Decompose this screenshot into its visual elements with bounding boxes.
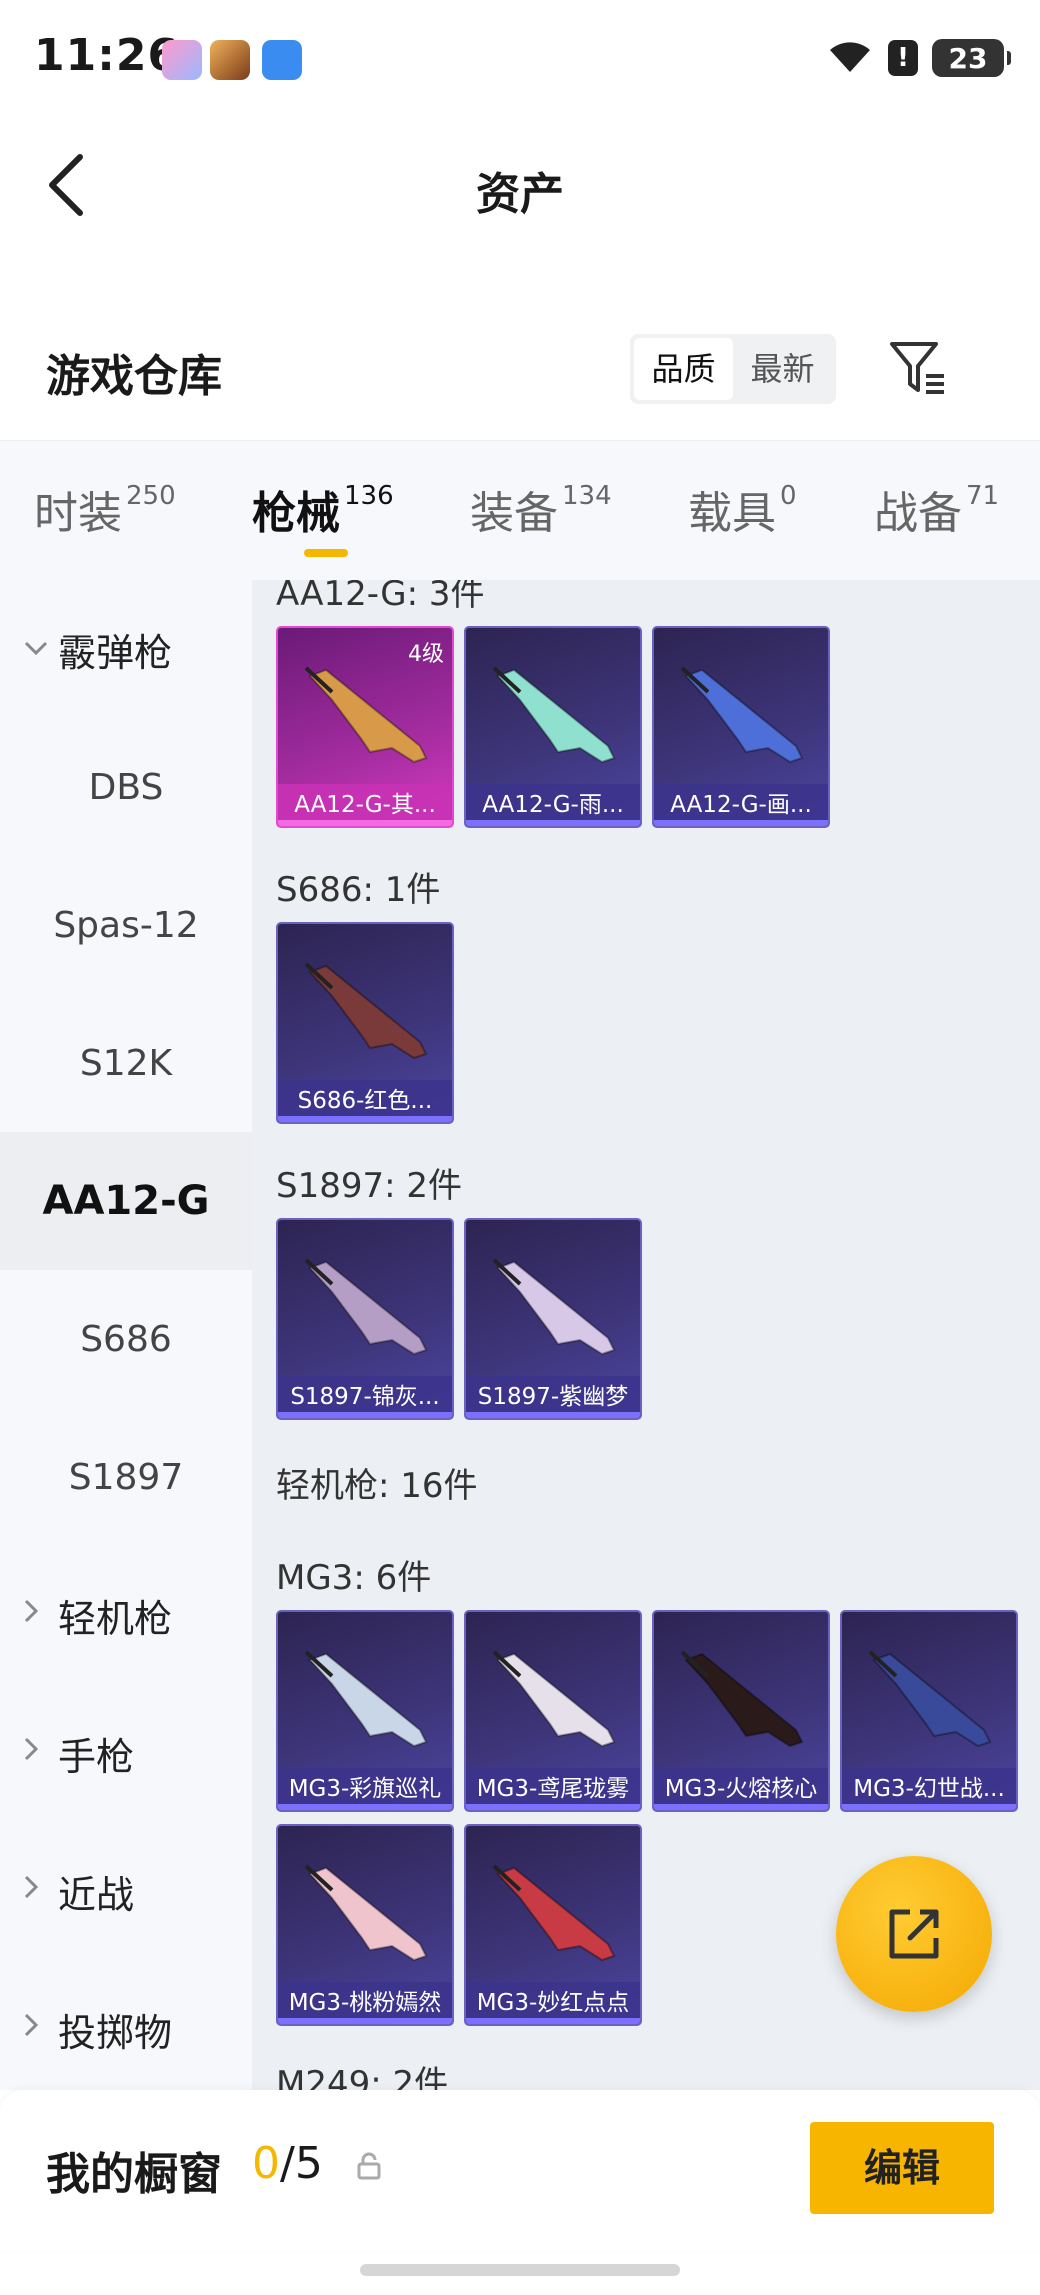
edit-button[interactable]: 编辑 bbox=[810, 2122, 994, 2214]
chevron-right-icon bbox=[22, 1597, 42, 1633]
item-card[interactable]: MG3-幻世战... bbox=[840, 1610, 1018, 1812]
rarity-strip bbox=[842, 1804, 1016, 1810]
weapon-image bbox=[492, 1650, 616, 1748]
tab-guns[interactable]: 枪械 136 bbox=[252, 477, 394, 541]
home-indicator bbox=[360, 2264, 680, 2276]
sort-toggle: 品质 最新 bbox=[630, 334, 836, 404]
warehouse-header: 游戏仓库 品质 最新 bbox=[0, 320, 1040, 430]
rarity-strip bbox=[466, 1804, 640, 1810]
sidebar-item-s1897[interactable]: S1897 bbox=[0, 1408, 252, 1546]
weapon-image bbox=[868, 1650, 992, 1748]
item-card[interactable]: AA12-G-画... bbox=[652, 626, 830, 828]
active-tab-indicator bbox=[304, 549, 348, 557]
group-title: AA12-G: 3件 bbox=[276, 580, 485, 614]
status-bar: 11:26 ! 23 bbox=[0, 0, 1040, 120]
sidebar-item-spas12[interactable]: Spas-12 bbox=[0, 856, 252, 994]
weapon-image bbox=[304, 1864, 428, 1962]
sidebar-item-dbs[interactable]: DBS bbox=[0, 718, 252, 856]
showcase-label: 我的橱窗 bbox=[46, 2149, 222, 2200]
sidebar: 霰弹枪 DBS Spas-12 S12K AA12-G S686 S1897 轻… bbox=[0, 580, 252, 2090]
app-notification-icon bbox=[162, 40, 202, 80]
rarity-strip bbox=[654, 1804, 828, 1810]
alert-icon: ! bbox=[888, 40, 918, 76]
battery-icon: 23 bbox=[932, 39, 1011, 77]
sidebar-item-s12k[interactable]: S12K bbox=[0, 994, 252, 1132]
wifi-icon bbox=[826, 38, 874, 78]
item-card[interactable]: MG3-鸢尾珑雾 bbox=[464, 1610, 642, 1812]
weapon-image bbox=[680, 666, 804, 764]
rarity-strip bbox=[466, 2018, 640, 2024]
item-card[interactable]: 4级 AA12-G-其... bbox=[276, 626, 454, 828]
rarity-strip bbox=[278, 1116, 452, 1122]
chevron-right-icon bbox=[22, 1735, 42, 1771]
item-card[interactable]: S686-红色... bbox=[276, 922, 454, 1124]
sidebar-item-aa12g[interactable]: AA12-G bbox=[0, 1132, 252, 1270]
rarity-strip bbox=[278, 1804, 452, 1810]
group-title: 轻机枪: 16件 bbox=[276, 1466, 478, 1506]
warehouse-title: 游戏仓库 bbox=[46, 351, 222, 402]
category-tabs: 时装 250 枪械 136 装备 134 载具 0 战备 71 bbox=[0, 440, 1040, 580]
sort-newest-button[interactable]: 最新 bbox=[733, 338, 832, 400]
item-card[interactable]: S1897-锦灰... bbox=[276, 1218, 454, 1420]
tab-vehicles[interactable]: 载具 0 bbox=[688, 477, 797, 541]
page-title: 资产 bbox=[476, 169, 564, 220]
rarity-strip bbox=[278, 820, 452, 826]
sidebar-item-pistol[interactable]: 手枪 bbox=[0, 1684, 252, 1822]
share-button[interactable] bbox=[836, 1856, 992, 2012]
sort-quality-button[interactable]: 品质 bbox=[634, 338, 733, 400]
weapon-image bbox=[304, 1650, 428, 1748]
group-title: MG3: 6件 bbox=[276, 1558, 432, 1598]
rarity-strip bbox=[466, 1412, 640, 1418]
sidebar-item-melee[interactable]: 近战 bbox=[0, 1822, 252, 1960]
chevron-right-icon bbox=[22, 2011, 42, 2047]
rarity-strip bbox=[278, 1412, 452, 1418]
group-title: S1897: 2件 bbox=[276, 1166, 463, 1206]
game-avatar-icon bbox=[210, 40, 250, 80]
level-badge: 4级 bbox=[408, 642, 444, 667]
chevron-down-icon bbox=[22, 632, 50, 667]
nav-bar: 资产 bbox=[0, 120, 1040, 250]
group-title: S686: 1件 bbox=[276, 870, 441, 910]
lock-icon bbox=[356, 2152, 382, 2184]
hotspot-icon bbox=[262, 40, 302, 80]
weapon-image bbox=[304, 1258, 428, 1356]
rarity-strip bbox=[466, 820, 640, 826]
tab-fashion[interactable]: 时装 250 bbox=[34, 477, 176, 541]
share-external-icon bbox=[889, 1909, 939, 1959]
chevron-right-icon bbox=[22, 1873, 42, 1909]
weapon-image bbox=[492, 666, 616, 764]
filter-button[interactable] bbox=[886, 336, 950, 400]
status-time: 11:26 bbox=[34, 30, 180, 81]
sidebar-item-lmg[interactable]: 轻机枪 bbox=[0, 1546, 252, 1684]
tab-equipment[interactable]: 装备 134 bbox=[470, 477, 612, 541]
showcase-bar: 我的橱窗 0/5 编辑 bbox=[0, 2090, 1040, 2250]
item-card[interactable]: S1897-紫幽梦 bbox=[464, 1218, 642, 1420]
item-card[interactable]: MG3-桃粉嫣然 bbox=[276, 1824, 454, 2026]
group-title: M249: 2件 bbox=[276, 2064, 449, 2090]
item-card[interactable]: MG3-妙红点点 bbox=[464, 1824, 642, 2026]
weapon-image bbox=[680, 1650, 804, 1748]
item-card[interactable]: AA12-G-雨... bbox=[464, 626, 642, 828]
weapon-image bbox=[304, 962, 428, 1060]
filter-icon bbox=[890, 342, 944, 394]
sidebar-item-throwable[interactable]: 投掷物 bbox=[0, 1960, 252, 2098]
showcase-count: 0/5 bbox=[252, 2138, 323, 2189]
rarity-strip bbox=[654, 820, 828, 826]
item-card[interactable]: MG3-火熔核心 bbox=[652, 1610, 830, 1812]
sidebar-item-shotgun[interactable]: 霰弹枪 bbox=[0, 580, 252, 718]
rarity-strip bbox=[278, 2018, 452, 2024]
item-card[interactable]: MG3-彩旗巡礼 bbox=[276, 1610, 454, 1812]
sidebar-item-s686[interactable]: S686 bbox=[0, 1270, 252, 1408]
weapon-image bbox=[492, 1864, 616, 1962]
weapon-image bbox=[492, 1258, 616, 1356]
tab-supplies[interactable]: 战备 71 bbox=[874, 477, 999, 541]
